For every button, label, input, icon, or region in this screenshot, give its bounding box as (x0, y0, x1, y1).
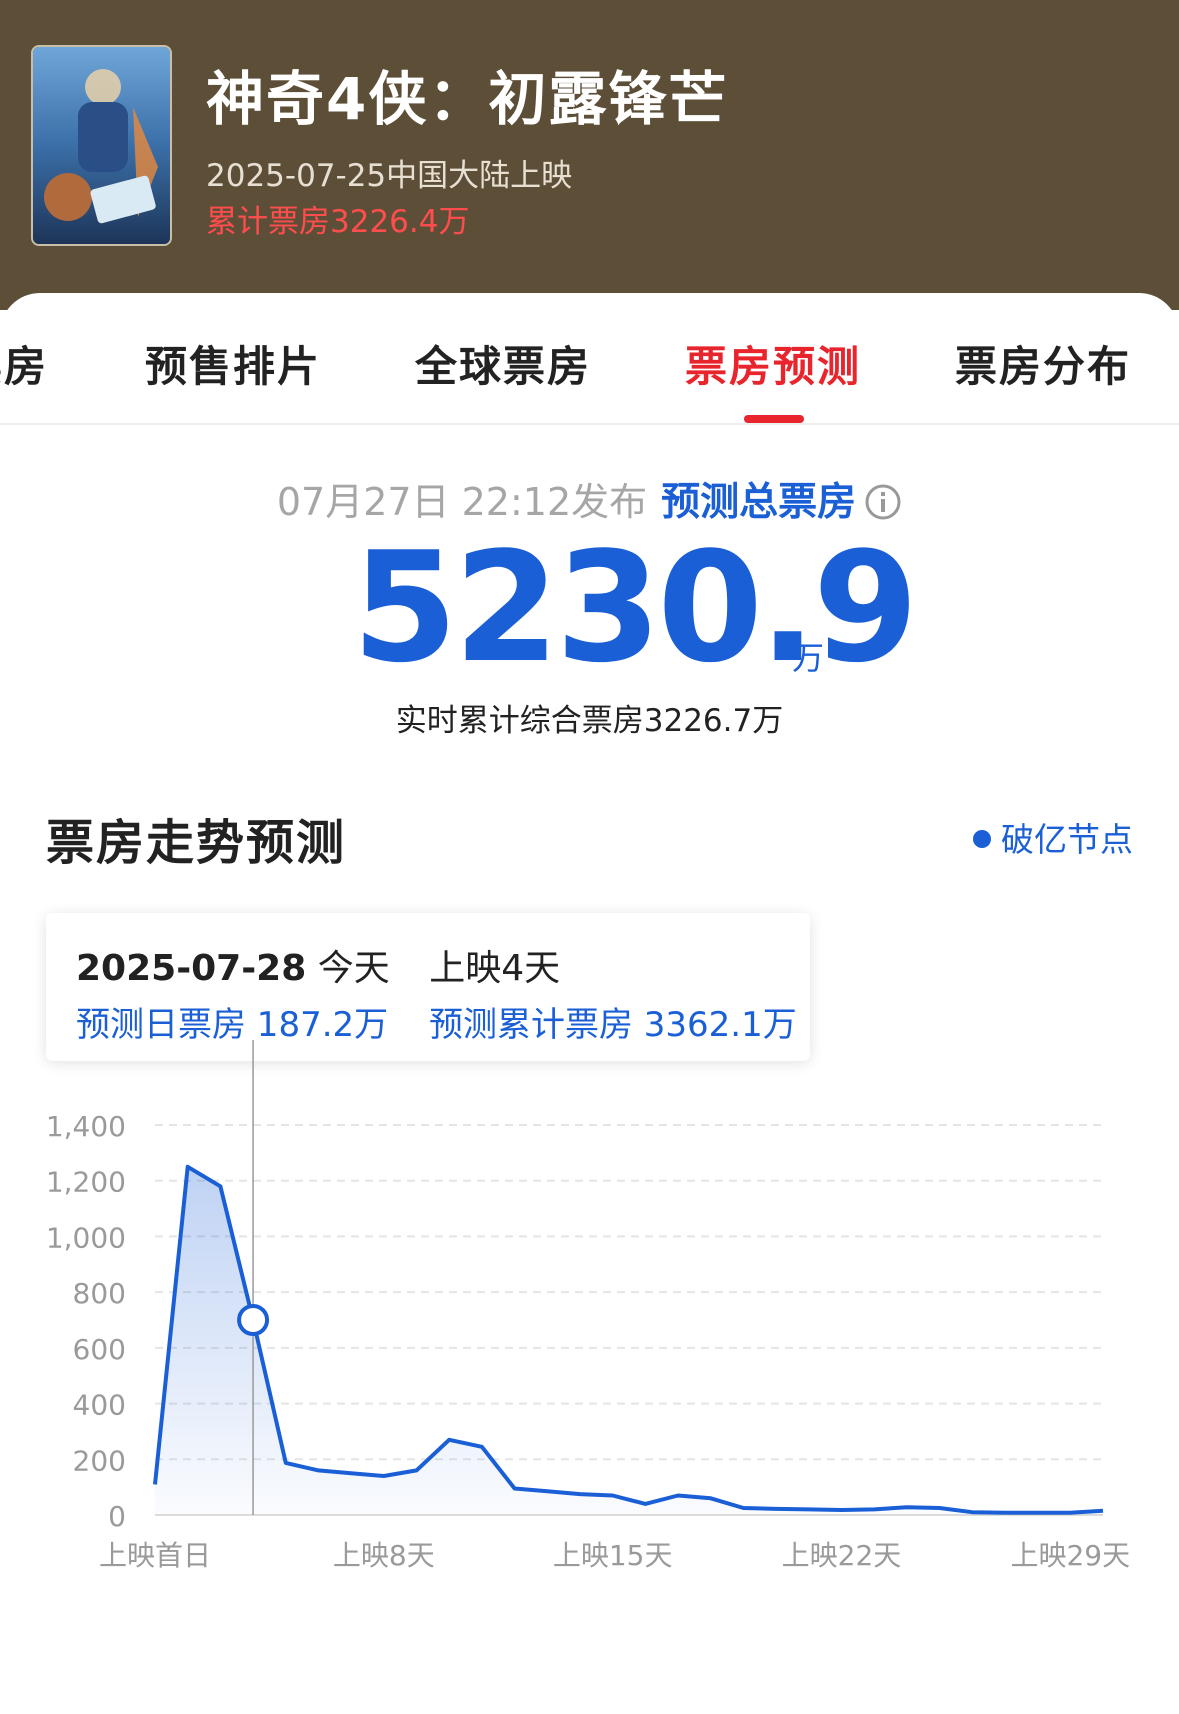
tab-distribution[interactable]: 票房分布 (955, 333, 1131, 394)
cumulative-box-office: 累计票房3226.4万 (206, 204, 470, 240)
x-tick-label: 上映15天 (553, 1539, 673, 1572)
release-info: 2025-07-25中国大陆上映 (206, 158, 573, 194)
poster-image (33, 47, 170, 244)
tab-global[interactable]: 全球票房 (415, 333, 591, 394)
active-tab-indicator (744, 415, 804, 423)
realtime-box-office: 实时累计综合票房3226.7万 (395, 703, 784, 739)
x-tick-label: 上映22天 (782, 1539, 902, 1572)
area-fill (155, 1166, 1103, 1515)
y-tick-label: 1,000 (46, 1221, 126, 1254)
movie-poster[interactable] (31, 45, 172, 246)
y-tick-label: 0 (108, 1500, 126, 1533)
tab-presale[interactable]: 预售排片 (145, 333, 321, 394)
y-tick-label: 400 (73, 1389, 126, 1422)
tab-forecast[interactable]: 票房预测 (685, 333, 861, 394)
y-tick-label: 200 (73, 1444, 126, 1477)
box-office-trend-chart[interactable]: 0 200 400 600 800 1,000 1,200 1,400 上映首日 上映8天 上映15… (0, 1040, 1179, 1600)
y-tick-label: 1,200 (46, 1166, 126, 1199)
tooltip-values: 预测日票房 187.2万 预测累计票房 3362.1万 (76, 997, 797, 1046)
movie-header: 神奇4侠：初露锋芒 2025-07-25中国大陆上映 累计票房3226.4万 (0, 0, 1179, 310)
tooltip-date: 2025-07-28 (76, 948, 307, 989)
y-tick-label: 800 (73, 1277, 126, 1310)
legend-dot-icon (973, 830, 991, 848)
series-line (153, 1164, 1104, 1515)
trend-title: 票房走势预测 (46, 815, 347, 871)
publish-time: 07月27日 22:12发布 (276, 480, 648, 524)
legend[interactable]: 破亿节点 (973, 813, 1133, 861)
forecast-total: 5230.9 (352, 519, 919, 696)
y-tick-label: 1,400 (46, 1110, 126, 1143)
x-tick-label: 上映29天 (1010, 1539, 1130, 1572)
y-tick-label: 600 (73, 1333, 126, 1366)
tab-bar: 票房 预售排片 全球票房 票房预测 票房分布 (0, 293, 1179, 425)
tooltip-header: 2025-07-28 今天 上映4天 (76, 939, 560, 991)
tooltip-today: 今天 (317, 948, 390, 989)
tab-box-office[interactable]: 票房 (0, 333, 48, 394)
x-tick-label: 上映首日 (99, 1539, 211, 1572)
chart-tooltip: 2025-07-28 今天 上映4天 预测日票房 187.2万 预测累计票房 3… (46, 913, 810, 1061)
movie-title: 神奇4侠：初露锋芒 (206, 65, 729, 133)
forecast-unit: 万 (792, 639, 825, 677)
legend-label: 破亿节点 (1001, 820, 1133, 859)
highlight-point (237, 1304, 270, 1336)
x-tick-label: 上映8天 (333, 1539, 435, 1572)
tooltip-day: 上映4天 (429, 948, 561, 989)
tooltip-cumulative: 预测累计票房 3362.1万 (428, 1005, 797, 1045)
tooltip-daily: 预测日票房 187.2万 (76, 1005, 389, 1045)
